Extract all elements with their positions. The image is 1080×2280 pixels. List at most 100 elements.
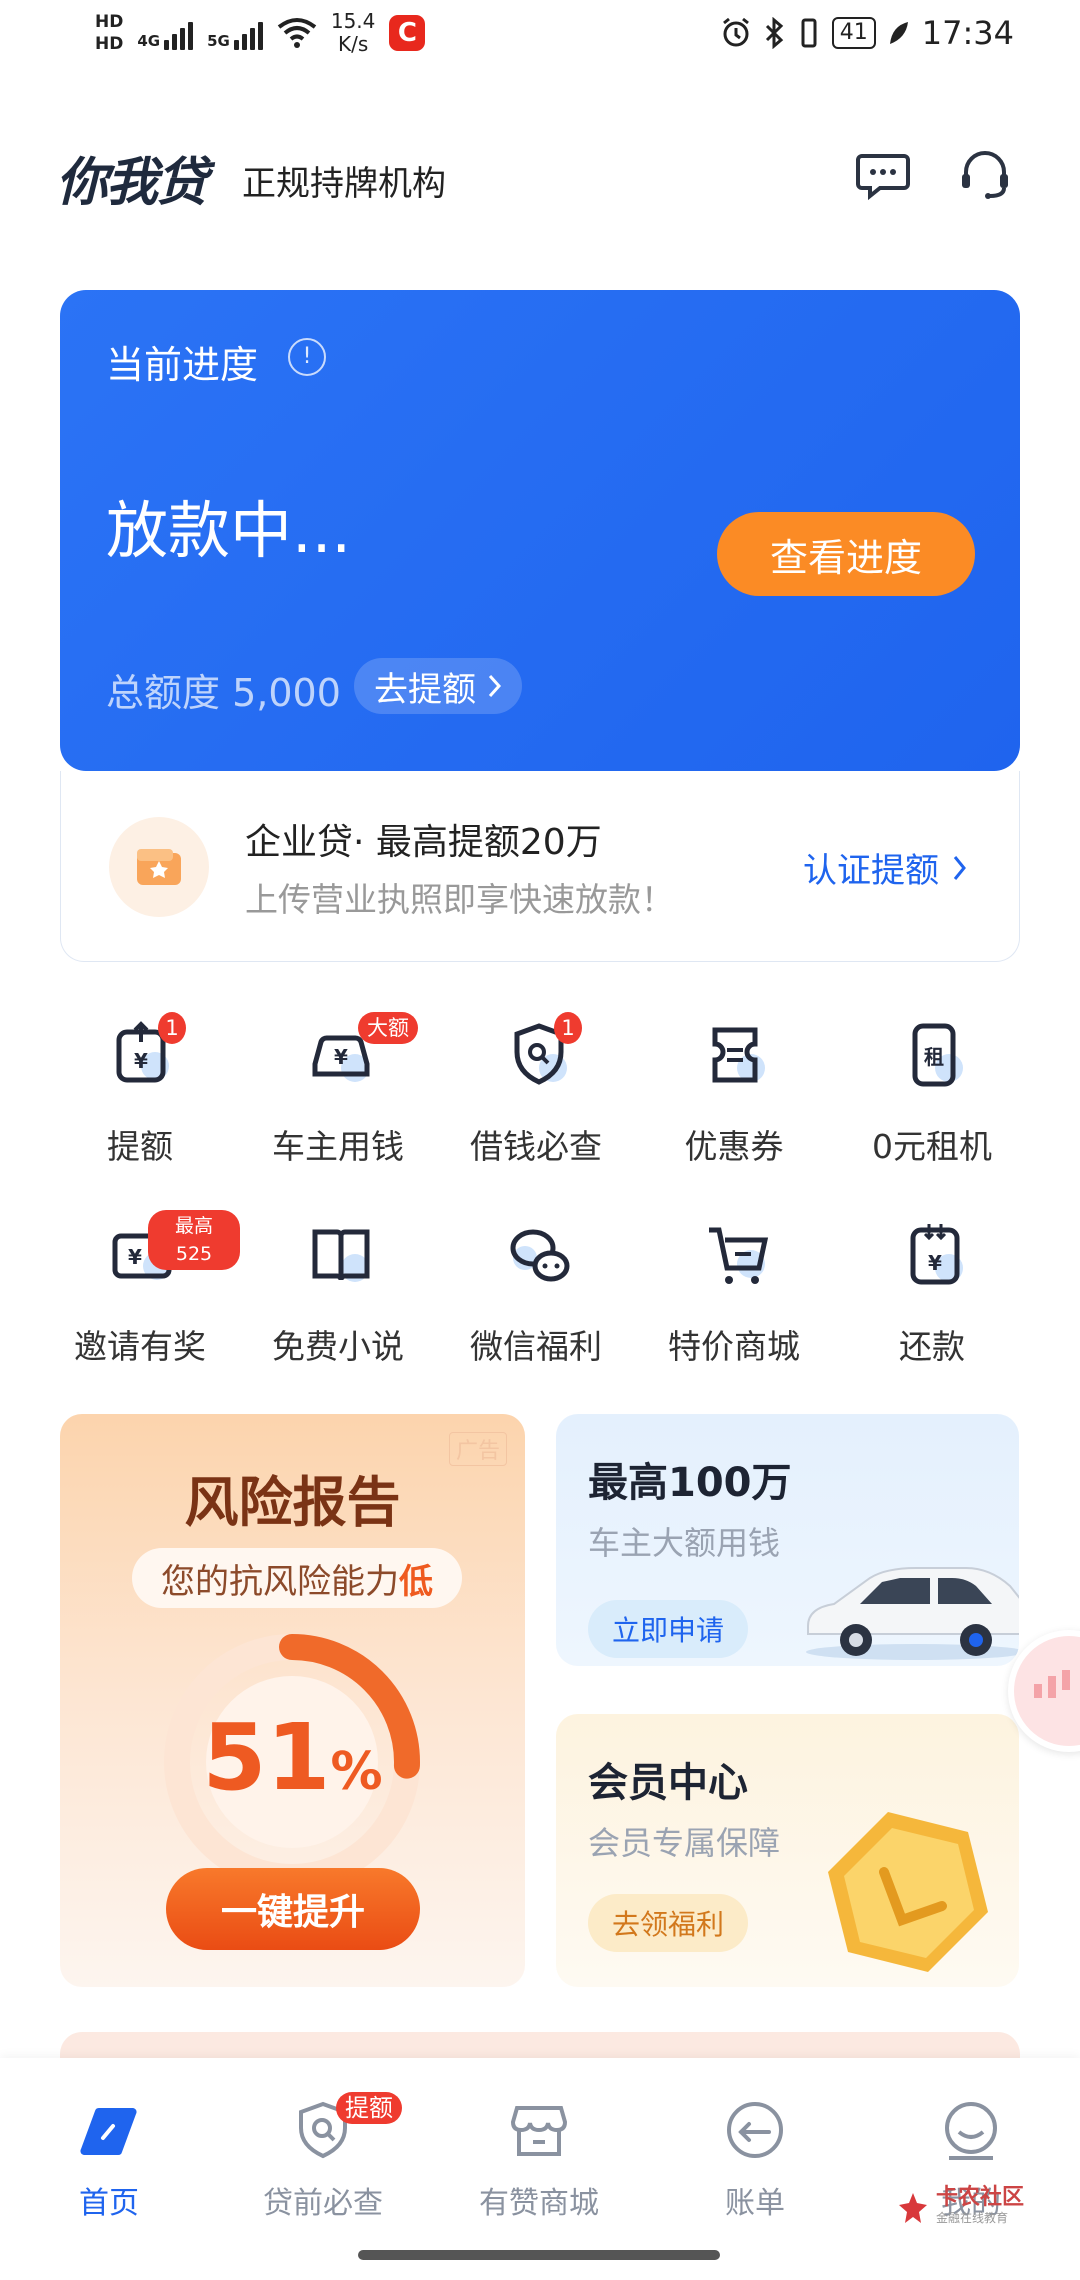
grid-label: 还款 bbox=[899, 1327, 965, 1366]
wechat-icon bbox=[510, 1229, 570, 1282]
clock-time: 17:34 bbox=[921, 14, 1014, 52]
cart-icon bbox=[709, 1227, 769, 1284]
svg-text:租: 租 bbox=[924, 1045, 944, 1069]
risk-title: 风险报告 bbox=[184, 1471, 401, 1534]
bluetooth-icon bbox=[765, 17, 783, 49]
business-loan-title: 企业贷· 最高提额20万 bbox=[245, 822, 602, 863]
grid-item-novel[interactable]: 免费小说 bbox=[238, 1220, 438, 1380]
tab-bill[interactable]: 账单 bbox=[670, 2098, 840, 2222]
grid-label: 免费小说 bbox=[272, 1327, 404, 1366]
get-benefits-button[interactable]: 去领福利 bbox=[588, 1894, 749, 1952]
network-4g-label: 4G bbox=[137, 32, 161, 50]
chevron-right-icon bbox=[488, 674, 502, 698]
battery-indicator: 41 bbox=[831, 17, 876, 49]
brand-slogan: 正规持牌机构 bbox=[242, 164, 446, 204]
app-header: 你我贷 正规持牌机构 bbox=[56, 140, 1016, 213]
brand-logo: 你我贷 bbox=[56, 153, 208, 213]
tab-shop[interactable]: 有赞商城 bbox=[454, 2098, 624, 2222]
vip-card-subtitle: 会员专属保障 bbox=[588, 1824, 781, 1862]
alarm-icon bbox=[722, 17, 749, 47]
bottom-tab-bar: 首页 提额 贷前必查 有赞商城 账单 我的 bbox=[0, 2058, 1080, 2280]
vibrate-icon bbox=[801, 18, 817, 48]
risk-percent: 51% bbox=[202, 1704, 383, 1811]
watermark: 卡农社区 金融在线教育 bbox=[896, 2187, 1024, 2228]
watermark-logo-icon bbox=[899, 2193, 927, 2223]
grid-item-car-loan[interactable]: ¥ 大额 车主用钱 bbox=[238, 1012, 438, 1180]
one-click-improve-button[interactable]: 一键提升 bbox=[166, 1868, 420, 1950]
home-icon bbox=[80, 2107, 137, 2156]
badge: 1 bbox=[554, 1012, 582, 1044]
tab-pre-loan-check[interactable]: 提额 贷前必查 bbox=[238, 2092, 408, 2222]
progress-title: 当前进度 bbox=[106, 343, 259, 387]
certify-raise-label: 认证提额 bbox=[803, 851, 939, 891]
tab-label: 贷前必查 bbox=[263, 2186, 383, 2221]
risk-level-pill: 您的抗风险能力低 bbox=[132, 1548, 462, 1608]
grid-label: 提额 bbox=[107, 1127, 173, 1166]
raise-limit-button[interactable]: 去提额 bbox=[354, 658, 522, 714]
grid-label: 邀请有奖 bbox=[74, 1327, 206, 1366]
hd-indicator: HD HD bbox=[95, 12, 124, 54]
svg-text:¥: ¥ bbox=[134, 1049, 148, 1073]
certify-raise-link[interactable]: 认证提额 bbox=[803, 843, 967, 892]
badge: 大额 bbox=[358, 1012, 418, 1044]
tab-home[interactable]: 首页 bbox=[24, 2098, 194, 2222]
app-notification-icon: C bbox=[389, 15, 426, 51]
grid-item-coupon[interactable]: 优惠券 bbox=[634, 1020, 834, 1180]
grid-item-repay[interactable]: ¥ 还款 bbox=[832, 1220, 1032, 1380]
business-loan-banner[interactable]: 企业贷· 最高提额20万 上传营业执照即享快速放款！ 认证提额 bbox=[60, 771, 1020, 962]
car-card-subtitle: 车主大额用钱 bbox=[588, 1524, 781, 1562]
badge: 提额 bbox=[336, 2092, 402, 2124]
grid-item-phone-rent[interactable]: 租 0元租机 bbox=[832, 1020, 1032, 1180]
coupon-icon bbox=[712, 1027, 765, 1083]
chevron-right-icon bbox=[953, 855, 966, 880]
risk-report-card[interactable]: 广告 风险报告 您的抗风险能力低 51% 一键提升 bbox=[60, 1414, 525, 1987]
progress-card: 当前进度 ! 放款中... 查看进度 总额度 5,000 去提额 bbox=[60, 290, 1020, 771]
status-bar: HD HD 4G 5G 15.4 K/s C 41 17:34 bbox=[0, 0, 1080, 72]
network-5g-label: 5G bbox=[207, 32, 230, 50]
wallet-icon bbox=[109, 817, 209, 917]
profile-icon bbox=[945, 2102, 997, 2160]
grid-item-wechat[interactable]: 微信福利 bbox=[436, 1220, 636, 1380]
svg-text:¥: ¥ bbox=[334, 1045, 348, 1069]
book-icon bbox=[312, 1229, 370, 1282]
chart-candle-icon bbox=[1034, 1670, 1070, 1698]
vip-badge-icon bbox=[828, 1812, 988, 1972]
raise-limit-label: 去提额 bbox=[374, 669, 476, 710]
grid-item-mall[interactable]: 特价商城 bbox=[634, 1220, 834, 1380]
grid-label: 车主用钱 bbox=[272, 1127, 404, 1166]
total-limit: 总额度 5,000 bbox=[106, 671, 341, 715]
signal-4g-icon bbox=[164, 16, 194, 50]
wifi-icon bbox=[277, 18, 317, 48]
grid-item-credit-check[interactable]: 1 借钱必查 bbox=[436, 1012, 636, 1180]
tab-label: 有赞商城 bbox=[479, 2186, 599, 2221]
phone-rent-icon: 租 bbox=[912, 1023, 963, 1087]
network-speed: 15.4 K/s bbox=[330, 9, 376, 56]
bill-icon bbox=[727, 2102, 783, 2158]
grid-label: 特价商城 bbox=[668, 1327, 800, 1366]
apply-now-button[interactable]: 立即申请 bbox=[588, 1600, 749, 1658]
car-loan-card[interactable]: 最高100万 车主大额用钱 立即申请 bbox=[556, 1414, 1019, 1666]
grid-label: 优惠券 bbox=[684, 1127, 784, 1166]
check-progress-button[interactable]: 查看进度 bbox=[717, 512, 975, 596]
grid-label: 微信福利 bbox=[470, 1327, 602, 1366]
repay-icon: ¥ bbox=[910, 1224, 963, 1285]
svg-text:¥: ¥ bbox=[128, 1245, 142, 1269]
leaf-icon bbox=[889, 22, 908, 44]
business-loan-subtitle: 上传营业执照即享快速放款！ bbox=[245, 880, 674, 919]
gesture-home-bar[interactable] bbox=[358, 2250, 720, 2260]
tab-label: 账单 bbox=[725, 2186, 785, 2221]
vip-card-title: 会员中心 bbox=[588, 1760, 748, 1806]
loan-status: 放款中... bbox=[106, 494, 352, 567]
svg-text:¥: ¥ bbox=[928, 1251, 942, 1275]
vip-center-card[interactable]: 会员中心 会员专属保障 去领福利 bbox=[556, 1714, 1019, 1987]
grid-item-raise[interactable]: ¥ 1 提额 bbox=[40, 1012, 240, 1180]
grid-label: 借钱必查 bbox=[470, 1127, 602, 1166]
shop-icon bbox=[510, 2106, 568, 2156]
grid-item-invite[interactable]: ¥ 最高525 邀请有奖 bbox=[40, 1210, 240, 1380]
headset-icon[interactable] bbox=[956, 146, 1014, 204]
badge: 1 bbox=[158, 1012, 186, 1044]
chat-bubble-icon[interactable] bbox=[854, 146, 912, 204]
info-icon[interactable]: ! bbox=[288, 338, 326, 376]
tab-label: 首页 bbox=[79, 2186, 139, 2221]
badge: 最高525 bbox=[148, 1210, 240, 1270]
